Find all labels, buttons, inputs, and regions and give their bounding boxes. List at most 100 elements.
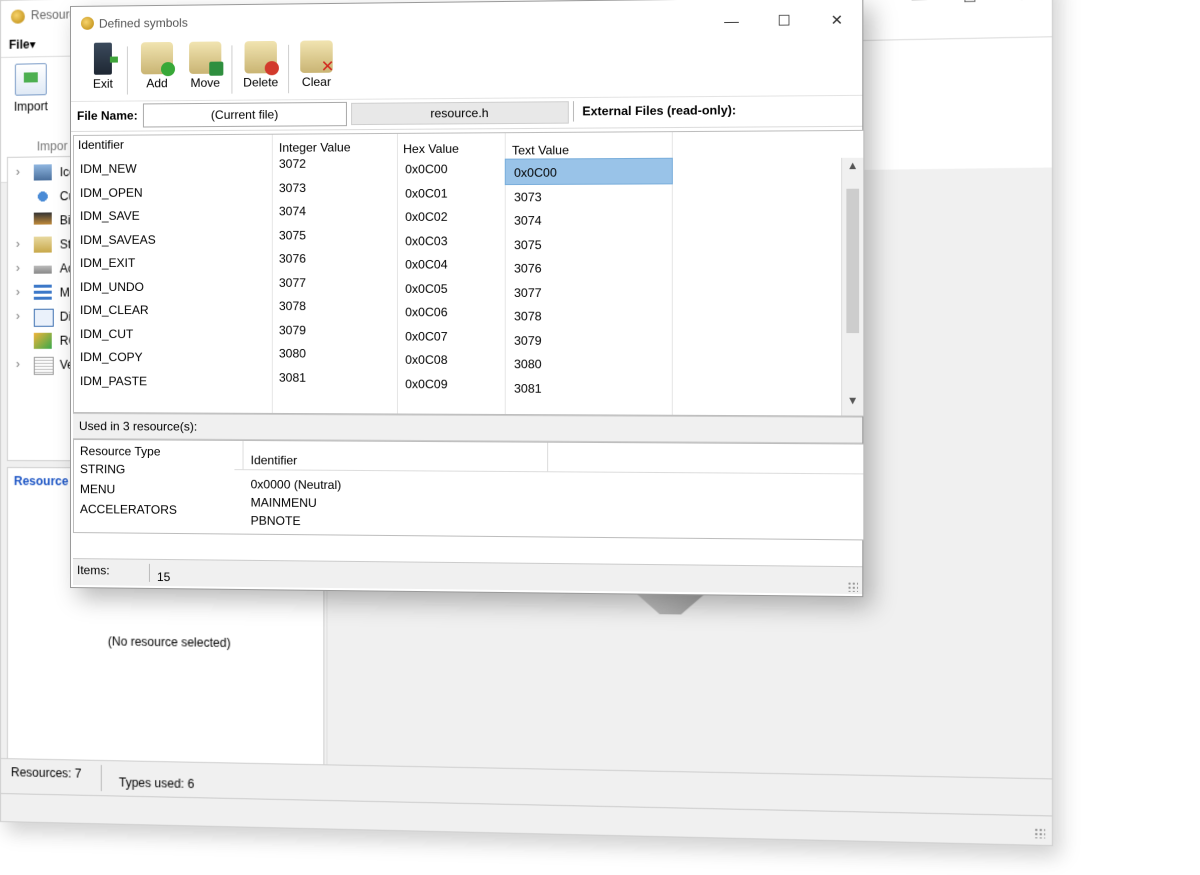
exit-door-icon bbox=[94, 43, 112, 75]
status-divider bbox=[149, 564, 150, 582]
symbol-integer-value: 3077 bbox=[279, 275, 306, 289]
status-bottom-bar bbox=[1, 793, 1052, 838]
symbol-identifier: IDM_EXIT bbox=[80, 256, 135, 270]
column-hex-value[interactable]: Hex Value bbox=[403, 142, 459, 157]
header-divider bbox=[234, 469, 863, 474]
table-row[interactable]: IDM_CLEAR 3078 0x0C06 3078 bbox=[74, 303, 838, 327]
symbol-hex-value: 0x0C03 bbox=[405, 234, 447, 248]
symbol-identifier: IDM_OPEN bbox=[80, 185, 143, 199]
minimize-button[interactable]: — bbox=[897, 0, 941, 10]
symbol-text-value: 3075 bbox=[514, 237, 542, 251]
items-label: Items: bbox=[77, 563, 110, 577]
clear-button[interactable]: ✕ Clear bbox=[294, 40, 339, 89]
resource-identifier-cell[interactable]: MAINMENU bbox=[251, 495, 317, 510]
symbol-text-value: 3073 bbox=[514, 190, 542, 204]
column-resource-type[interactable]: Resource Type bbox=[80, 444, 161, 459]
rcdata-icon bbox=[34, 333, 52, 349]
table-row[interactable]: IDM_SAVEAS 3075 0x0C03 3075 bbox=[74, 231, 838, 256]
dialog-toolbar: Exit Add Move Delete ✕ Clear bbox=[71, 31, 862, 102]
delete-symbol-icon bbox=[245, 41, 277, 74]
no-resource-message: (No resource selected) bbox=[108, 634, 231, 650]
exit-button[interactable]: Exit bbox=[85, 42, 121, 90]
tab-current-file[interactable]: (Current file) bbox=[143, 102, 347, 128]
app-icon bbox=[81, 17, 94, 30]
table-row[interactable]: IDM_CUT 3079 0x0C07 3079 bbox=[74, 327, 838, 352]
symbol-text-value: 3078 bbox=[514, 309, 542, 323]
scroll-thumb[interactable] bbox=[846, 189, 859, 333]
dialog-close-button[interactable]: ✕ bbox=[816, 8, 858, 31]
table-row[interactable]: IDM_UNDO 3077 0x0C05 3077 bbox=[74, 279, 838, 303]
column-resource-identifier[interactable]: Identifier bbox=[251, 453, 298, 467]
move-button[interactable]: Move bbox=[183, 41, 227, 90]
resize-grip-icon[interactable] bbox=[1034, 828, 1045, 839]
toolbar-divider bbox=[127, 46, 128, 94]
bitmap-icon bbox=[34, 212, 52, 224]
symbol-hex-value: 0x0C08 bbox=[405, 353, 447, 367]
resource-type-cell[interactable]: ACCELERATORS bbox=[80, 502, 177, 517]
defined-symbols-dialog: Defined symbols — ☐ ✕ Exit Add Move Dele… bbox=[70, 0, 863, 597]
symbol-text-value: 3074 bbox=[514, 213, 542, 227]
resize-grip-icon[interactable] bbox=[847, 582, 858, 592]
column-text-value[interactable]: Text Value bbox=[512, 143, 569, 158]
symbols-scrollbar[interactable]: ▲ ▼ bbox=[841, 158, 863, 416]
symbol-hex-value: 0x0C02 bbox=[405, 210, 447, 224]
delete-button[interactable]: Delete bbox=[237, 41, 284, 90]
dialog-maximize-button[interactable]: ☐ bbox=[763, 9, 805, 32]
expand-arrow-icon[interactable]: › bbox=[16, 261, 20, 275]
toolbar-divider bbox=[231, 45, 232, 93]
toolbar-divider bbox=[288, 45, 289, 93]
import-label: Import bbox=[14, 99, 48, 114]
symbol-integer-value: 3079 bbox=[279, 323, 306, 337]
import-button[interactable]: Import bbox=[11, 63, 51, 114]
main-window-title: Resourc bbox=[31, 7, 76, 22]
symbol-identifier: IDM_CUT bbox=[80, 327, 133, 341]
symbol-hex-value: 0x0C01 bbox=[405, 186, 447, 200]
column-identifier[interactable]: Identifier bbox=[78, 138, 124, 152]
symbol-text-value: 0x0C00 bbox=[514, 166, 557, 180]
table-row[interactable]: IDM_SAVE 3074 0x0C02 3074 bbox=[74, 206, 838, 232]
symbol-integer-value: 3072 bbox=[279, 157, 306, 171]
used-in-label: Used in 3 resource(s): bbox=[79, 419, 197, 434]
file-name-label: File Name: bbox=[77, 108, 138, 122]
scroll-up-icon[interactable]: ▲ bbox=[842, 160, 863, 179]
symbol-integer-value: 3073 bbox=[279, 180, 306, 194]
expand-arrow-icon[interactable]: › bbox=[16, 285, 20, 299]
symbol-integer-value: 3075 bbox=[279, 228, 306, 242]
table-row[interactable]: IDM_PASTE 3081 0x0C09 3081 bbox=[74, 374, 838, 401]
symbol-integer-value: 3074 bbox=[279, 204, 306, 218]
close-button[interactable]: ✕ bbox=[1003, 0, 1047, 8]
resource-type-cell[interactable]: MENU bbox=[80, 482, 115, 496]
expand-arrow-icon[interactable]: › bbox=[16, 237, 20, 251]
symbol-hex-value: 0x0C05 bbox=[405, 281, 447, 295]
table-row[interactable]: IDM_EXIT 3076 0x0C04 3076 bbox=[74, 255, 838, 280]
add-symbol-icon bbox=[141, 42, 173, 74]
table-row[interactable]: IDM_OPEN 3073 0x0C01 3073 bbox=[74, 182, 838, 209]
resource-identifier-cell[interactable]: 0x0000 (Neutral) bbox=[251, 477, 342, 492]
add-button[interactable]: Add bbox=[135, 42, 179, 91]
scroll-down-icon[interactable]: ▼ bbox=[842, 395, 863, 414]
expand-arrow-icon[interactable]: › bbox=[16, 309, 20, 323]
table-row[interactable]: IDM_NEW 3072 0x0C00 0x0C00 bbox=[74, 158, 838, 186]
import-icon bbox=[15, 63, 47, 96]
resources-table: Resource Type Identifier STRING 0x0000 (N… bbox=[73, 439, 864, 540]
expand-arrow-icon[interactable]: › bbox=[16, 357, 20, 371]
accelerator-icon bbox=[34, 266, 52, 274]
expand-arrow-icon[interactable]: › bbox=[16, 165, 20, 179]
symbols-table: Identifier Integer Value Hex Value Text … bbox=[73, 130, 864, 417]
dialog-icon bbox=[34, 309, 54, 327]
dialog-status-bar: Items: 15 bbox=[73, 558, 862, 594]
column-integer-value[interactable]: Integer Value bbox=[279, 140, 351, 155]
symbol-identifier: IDM_SAVE bbox=[80, 209, 140, 223]
file-menu[interactable]: File▾ bbox=[9, 37, 36, 52]
symbol-identifier: IDM_PASTE bbox=[80, 374, 147, 388]
symbol-text-value: 3079 bbox=[514, 333, 542, 347]
resource-identifier-cell[interactable]: PBNOTE bbox=[251, 514, 301, 529]
symbol-text-value: 3076 bbox=[514, 261, 542, 275]
maximize-button[interactable]: ☐ bbox=[948, 0, 992, 9]
dialog-minimize-button[interactable]: — bbox=[711, 9, 753, 32]
resource-type-cell[interactable]: STRING bbox=[80, 462, 125, 476]
file-name-row: File Name: (Current file) resource.h Ext… bbox=[71, 95, 862, 132]
symbol-integer-value: 3076 bbox=[279, 252, 306, 266]
table-row[interactable]: IDM_COPY 3080 0x0C08 3080 bbox=[74, 350, 838, 376]
tab-resource-h[interactable]: resource.h bbox=[351, 101, 569, 125]
